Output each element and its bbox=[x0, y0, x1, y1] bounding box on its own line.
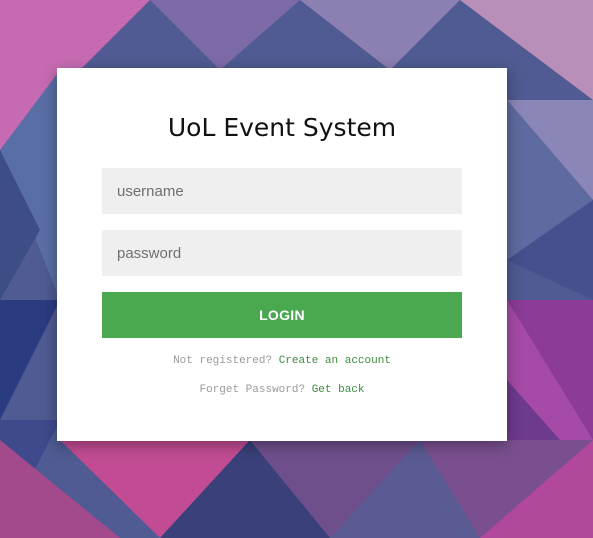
page-title: UoL Event System bbox=[167, 113, 397, 142]
not-registered-text: Not registered? bbox=[173, 355, 273, 367]
login-card: UoL Event System LOGIN Not registered? C… bbox=[57, 68, 507, 441]
register-message: Not registered? Create an account bbox=[57, 355, 507, 367]
forget-password-text: Forget Password? bbox=[199, 384, 306, 396]
username-input[interactable] bbox=[102, 168, 462, 214]
password-input[interactable] bbox=[102, 230, 462, 276]
create-account-link[interactable]: Create an account bbox=[279, 355, 391, 367]
login-button[interactable]: LOGIN bbox=[102, 292, 462, 338]
get-back-link[interactable]: Get back bbox=[312, 384, 365, 396]
forgot-password-message: Forget Password? Get back bbox=[57, 384, 507, 396]
